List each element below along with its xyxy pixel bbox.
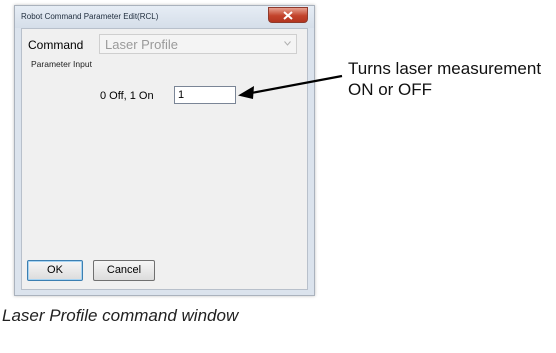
- figure-caption: Laser Profile command window: [2, 306, 239, 325]
- on-off-input[interactable]: 1: [174, 86, 236, 104]
- parameter-input-label: Parameter Input: [31, 59, 92, 69]
- ok-button[interactable]: OK: [27, 260, 83, 281]
- on-off-field-label: 0 Off, 1 On: [100, 90, 154, 102]
- title-bar[interactable]: Robot Command Parameter Edit(RCL): [15, 6, 314, 28]
- close-icon: [283, 11, 293, 20]
- window-title: Robot Command Parameter Edit(RCL): [21, 12, 159, 21]
- command-dropdown-value: Laser Profile: [105, 37, 178, 52]
- page: Robot Command Parameter Edit(RCL) Comman…: [0, 0, 556, 353]
- close-button[interactable]: [268, 7, 308, 23]
- arrow-icon: [238, 74, 343, 99]
- dialog-body: Command Laser Profile Parameter Input 0 …: [21, 28, 308, 290]
- chevron-down-icon: [284, 41, 291, 46]
- dialog-window: Robot Command Parameter Edit(RCL) Comman…: [14, 5, 315, 296]
- callout-text: Turns laser measurement ON or OFF: [348, 59, 542, 99]
- command-label: Command: [28, 38, 84, 52]
- cancel-button[interactable]: Cancel: [93, 260, 155, 281]
- command-dropdown[interactable]: Laser Profile: [99, 34, 297, 54]
